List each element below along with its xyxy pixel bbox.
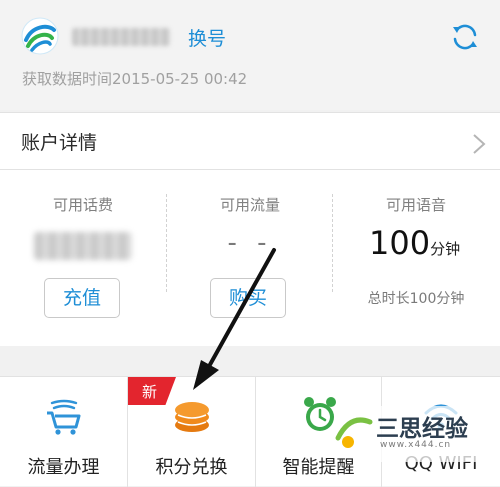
service-data-plan[interactable]: 流量办理 (0, 377, 128, 487)
fee-title: 可用话费 (52, 196, 113, 214)
service-points-exchange[interactable]: 新 积分兑换 (128, 377, 256, 487)
switch-number-link[interactable]: 换号 (188, 24, 226, 51)
fee-value-masked (34, 232, 132, 260)
voice-column: 可用语音 100分钟 总时长100分钟 (333, 170, 499, 346)
service-label: 积分兑换 (155, 457, 228, 478)
phone-number-masked (72, 28, 170, 46)
voice-unit: 分钟 (430, 240, 461, 258)
account-details-label: 账户详情 (21, 132, 98, 154)
data-fetch-time: 获取数据时间2015-05-25 00:42 (22, 70, 248, 88)
service-label: 流量办理 (27, 457, 100, 478)
recharge-button[interactable]: 充值 (44, 278, 120, 318)
voice-title: 可用语音 (385, 196, 446, 214)
watermark-text: 三思经验 (376, 416, 468, 442)
voice-total: 总时长100分钟 (367, 291, 465, 307)
data-value: - - (227, 228, 273, 258)
new-badge-text: 新 (142, 383, 158, 401)
data-column: 可用流量 - - 购买 (167, 170, 333, 346)
chevron-right-icon (473, 134, 486, 154)
fee-column: 可用话费 充值 (0, 170, 166, 346)
data-title: 可用流量 (219, 196, 280, 214)
account-header: 换号 获取数据时间2015-05-25 00:42 (0, 0, 500, 110)
china-mobile-logo-icon (21, 17, 59, 55)
shopping-cart-icon (47, 399, 81, 435)
coin-stack-icon (175, 402, 209, 432)
buy-button[interactable]: 购买 (210, 278, 286, 318)
voice-number: 100 (369, 224, 431, 262)
account-details-row[interactable]: 账户详情 (0, 112, 500, 170)
voice-value: 100分钟 (369, 224, 460, 262)
refresh-icon[interactable] (449, 21, 481, 53)
new-badge: 新 (128, 377, 176, 405)
watermark-url: www.x444.cn (380, 440, 452, 450)
balance-panel: 可用话费 充值 可用流量 - - 购买 可用语音 100分钟 总时长100分钟 (0, 170, 500, 346)
